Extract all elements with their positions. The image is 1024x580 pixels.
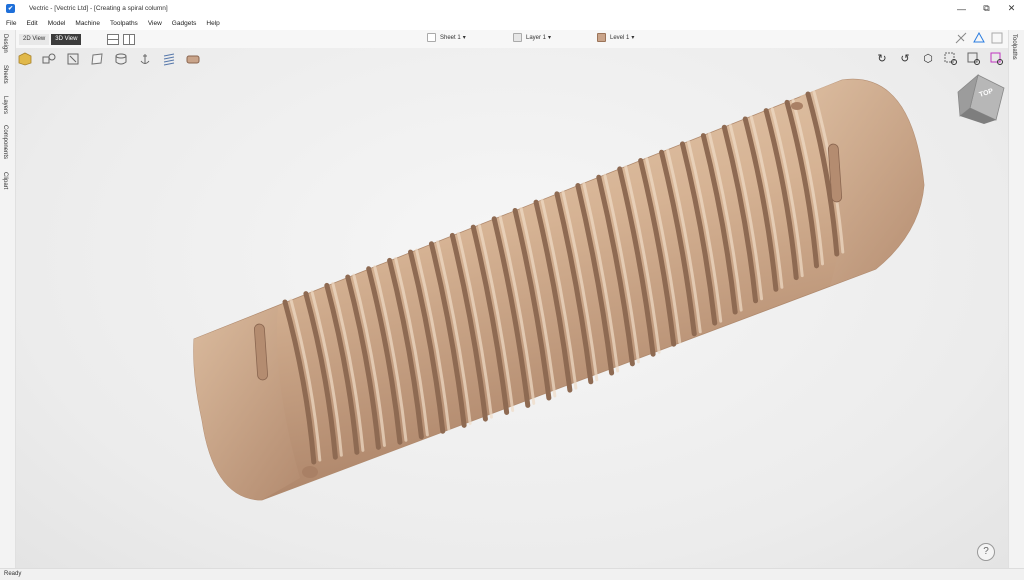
view-toolbar: 2D View 3D View (16, 30, 1008, 48)
shapes-icon[interactable] (42, 52, 56, 66)
tab-components[interactable]: Components (2, 125, 8, 159)
material-block-icon[interactable] (18, 52, 32, 66)
drill-hole (791, 102, 803, 110)
right-panel-tabs: Toolpaths (1008, 30, 1024, 568)
title-bar: ✔ Vectric - [Vectric Ltd] - [Creating a … (0, 0, 1024, 17)
zoom-area-icon[interactable] (944, 52, 958, 66)
split-horizontal-icon[interactable] (107, 33, 120, 45)
spiral-column-model: TOP (193, 73, 1005, 501)
split-vertical-icon[interactable] (123, 33, 136, 45)
frame-icon[interactable] (991, 32, 1003, 44)
chevron-down-icon: ▾ (548, 35, 552, 41)
sheet-icon[interactable] (90, 52, 104, 66)
minimize-button[interactable]: — (949, 0, 974, 17)
3d-viewport[interactable]: TOP (16, 48, 1008, 568)
view-3d-button[interactable]: 3D View (51, 33, 82, 45)
status-bar: Ready (0, 568, 1024, 580)
brick-icon[interactable] (186, 52, 200, 66)
shapes-select-icon[interactable] (973, 31, 985, 44)
level-selector[interactable]: Level 1 ▾ (597, 33, 634, 42)
level-icon (597, 33, 606, 42)
tab-clipart[interactable]: Clipart (2, 172, 8, 189)
left-panel-tabs: Design Sheets Layers Components Clipart (0, 30, 16, 568)
cube-view-icon[interactable]: ⬡ (921, 52, 935, 66)
window-controls: — ⧉ ✕ (949, 0, 1024, 17)
menu-help[interactable]: Help (206, 20, 219, 27)
app-logo-icon: ✔ (6, 4, 15, 13)
lines-icon[interactable] (162, 52, 176, 66)
close-button[interactable]: ✕ (999, 0, 1024, 17)
zoom-fit-icon[interactable] (967, 52, 981, 66)
view-cube[interactable]: TOP (957, 73, 1005, 124)
top-right-tools (955, 31, 1003, 44)
restore-button[interactable]: ⧉ (974, 0, 999, 17)
column-body (193, 78, 925, 501)
chevron-down-icon: ▾ (462, 35, 466, 41)
drill-hole (302, 466, 318, 478)
toolpath-icon[interactable] (66, 52, 80, 66)
window-title: Vectric - [Vectric Ltd] - [Creating a sp… (29, 5, 168, 12)
layer-icon (513, 33, 522, 42)
tab-layers[interactable]: Layers (2, 96, 8, 114)
menu-view[interactable]: View (148, 20, 162, 27)
status-text: Ready (4, 571, 22, 577)
layer-selector[interactable]: Layer 1 ▾ (513, 33, 551, 42)
zoom-select-icon[interactable] (990, 52, 1004, 66)
rotate-left-icon[interactable]: ↻ (875, 52, 889, 66)
sheet-icon (427, 33, 436, 42)
navigation-toolbar: ↻ ↺ ⬡ (866, 52, 1004, 66)
chevron-down-icon: ▾ (631, 35, 635, 41)
menu-file[interactable]: File (6, 20, 16, 27)
snap-icon[interactable] (955, 32, 967, 44)
menu-toolpaths[interactable]: Toolpaths (110, 20, 138, 27)
menu-edit[interactable]: Edit (26, 20, 37, 27)
menu-gadgets[interactable]: Gadgets (172, 20, 197, 27)
tab-sheets[interactable]: Sheets (2, 65, 8, 84)
view-2d-button[interactable]: 2D View (19, 33, 50, 45)
menu-bar: File Edit Model Machine Toolpaths View G… (0, 17, 1024, 30)
sheet-selector[interactable]: Sheet 1 ▾ (427, 33, 466, 42)
anchor-icon[interactable] (138, 52, 152, 66)
drawing-toolbar (18, 52, 210, 66)
menu-machine[interactable]: Machine (75, 20, 100, 27)
rotate-right-icon[interactable]: ↺ (898, 52, 912, 66)
menu-model[interactable]: Model (48, 20, 66, 27)
cylinder-icon[interactable] (114, 52, 128, 66)
help-button[interactable]: ? (977, 543, 995, 561)
tab-design[interactable]: Design (2, 34, 8, 53)
tab-toolpaths[interactable]: Toolpaths (1011, 34, 1017, 60)
